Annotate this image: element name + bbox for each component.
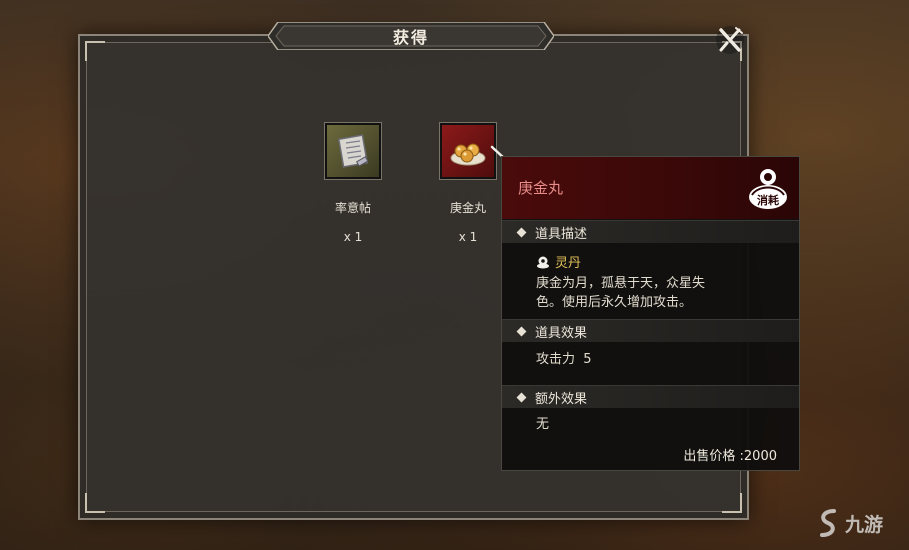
item-slot[interactable] — [440, 123, 496, 179]
section-title: 额外效果 — [535, 391, 588, 407]
effect-text: 攻击力 5 — [536, 352, 592, 367]
item-quantity: x 1 — [458, 230, 478, 244]
description-line: 庚金为月，孤悬于天，众星失 — [536, 276, 706, 291]
close-icon — [716, 26, 744, 54]
section-header-description: 道具描述 — [502, 220, 799, 243]
corner-ornament — [722, 493, 742, 513]
elixir-category-icon — [537, 256, 549, 268]
reward-item-pill[interactable]: 庚金丸 x 1 — [433, 123, 503, 244]
reward-item-scroll[interactable]: 率意帖 x 1 — [318, 123, 388, 244]
tooltip-item-name: 庚金丸 — [518, 179, 564, 197]
diamond-icon — [516, 227, 527, 237]
section-title: 道具描述 — [535, 226, 588, 242]
item-name: 庚金丸 — [449, 201, 486, 215]
diamond-icon — [516, 326, 527, 336]
consumable-badge-icon: 消耗 — [749, 169, 787, 209]
section-title: 道具效果 — [535, 325, 588, 341]
watermark-text: 九游 — [845, 513, 884, 536]
diamond-icon — [516, 392, 527, 402]
item-category: 灵丹 — [536, 252, 581, 271]
watermark: 九游 — [816, 508, 883, 538]
item-quantity: x 1 — [343, 230, 363, 244]
item-slot[interactable] — [325, 123, 381, 179]
dialog-title: 获得 — [392, 28, 429, 47]
watermark-logo-icon — [820, 509, 836, 537]
dialog-title-bar: 获得 — [268, 22, 554, 50]
consumable-badge-label: 消耗 — [757, 193, 779, 207]
extra-effect-text: 无 — [536, 417, 550, 432]
corner-ornament — [85, 41, 105, 61]
item-tooltip: 庚金丸 消耗 道具描述 灵丹 庚金为月，孤悬于天，众星失 色。使用后永久增加攻击… — [501, 156, 800, 471]
pill-icon — [450, 143, 486, 166]
category-label: 灵丹 — [555, 256, 582, 271]
section-header-effect: 道具效果 — [502, 319, 799, 342]
consumable-badge: 消耗 — [746, 165, 790, 211]
corner-ornament — [85, 493, 105, 513]
tooltip-header: 庚金丸 消耗 — [502, 157, 799, 219]
scroll-icon — [337, 134, 369, 168]
description-line: 色。使用后永久增加攻击。 — [536, 295, 693, 310]
sell-price: 出售价格 :2000 — [683, 449, 777, 464]
section-header-extra: 额外效果 — [502, 385, 799, 408]
close-button[interactable] — [712, 22, 748, 58]
item-name: 率意帖 — [334, 201, 371, 215]
